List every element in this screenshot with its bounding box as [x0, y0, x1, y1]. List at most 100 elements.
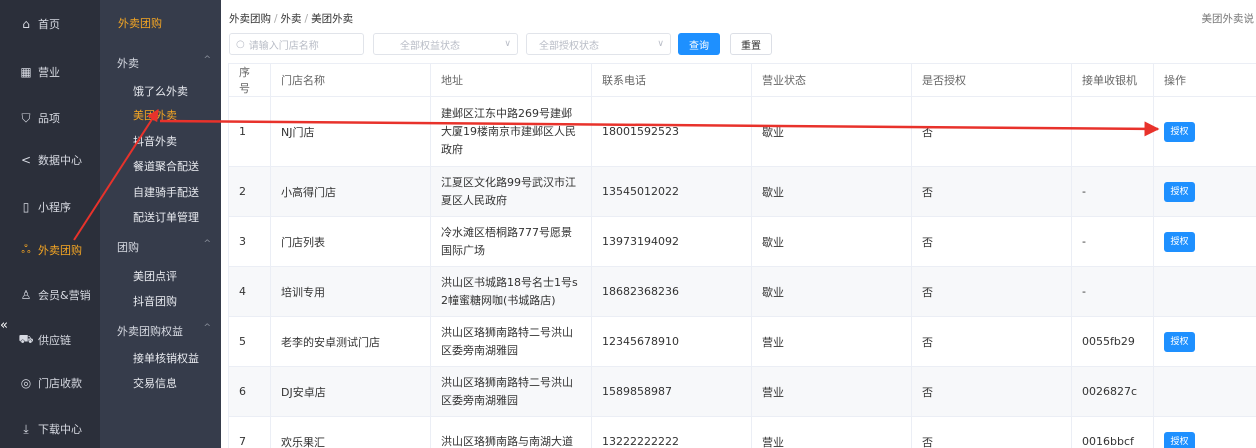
- nav-business[interactable]: ▦ 营业: [0, 50, 100, 94]
- cell-address: 洪山区珞狮南路特二号洪山区委旁南湖雅园: [430, 366, 592, 417]
- cell-authorized: 否: [911, 216, 1072, 267]
- cell-address: 洪山区珞狮南路与南湖大道: [430, 416, 592, 448]
- cell-pos: -: [1071, 166, 1154, 217]
- table-row: 3 门店列表 冷水滩区梧桐路777号愿景国际广场 13973194092 歇业 …: [228, 216, 1256, 267]
- table-row: 6 DJ安卓店 洪山区珞狮南路特二号洪山区委旁南湖雅园 1589858987 营…: [228, 366, 1256, 417]
- cell-pos: 0016bbcf: [1071, 416, 1154, 448]
- group-rights[interactable]: 外卖团购权益 ^: [117, 323, 211, 339]
- breadcrumb-item[interactable]: 外卖团购: [229, 13, 271, 25]
- primary-sidebar: ⌂ 首页 ▦ 营业 ⛉ 品项 < 数据中心 ▯ 小程序 ஃ 外卖团购 ♙ 会员&营销 ⛟ 供应链…: [0, 0, 100, 448]
- cell-business-status: 营业: [751, 366, 912, 417]
- store-table: 序号 门店名称 地址 联系电话 营业状态 是否授权 接单收银机 操作 1 NJ门…: [228, 63, 1256, 448]
- breadcrumb-item[interactable]: 外卖: [281, 13, 302, 25]
- group-groupbuy-label: 团购: [117, 241, 139, 254]
- sub-meituan-dianping[interactable]: 美团点评: [133, 268, 177, 284]
- group-rights-label: 外卖团购权益: [117, 325, 183, 338]
- header-authorized: 是否授权: [911, 63, 1072, 97]
- sub-eleme[interactable]: 饿了么外卖: [133, 83, 188, 99]
- bag-icon: ⛉: [21, 110, 31, 125]
- cell-phone: 13973194092: [591, 216, 752, 267]
- query-button[interactable]: 查询: [678, 33, 720, 55]
- cell-pos: [1071, 96, 1154, 167]
- nav-data-center[interactable]: < 数据中心: [0, 138, 100, 182]
- cell-business-status: 歇业: [751, 96, 912, 167]
- nav-takeout-group-label: 外卖团购: [38, 244, 82, 257]
- sub-candao-delivery[interactable]: 餐道聚合配送: [133, 158, 199, 174]
- header-phone: 联系电话: [591, 63, 752, 97]
- group-icon: ஃ: [21, 242, 31, 256]
- cell-phone: 18682368236: [591, 266, 752, 317]
- nav-supply-chain[interactable]: ⛟ 供应链: [0, 318, 100, 362]
- cell-address: 江夏区文化路99号武汉市江夏区人民政府: [430, 166, 592, 217]
- cell-store-name: 门店列表: [270, 216, 431, 267]
- authorize-button[interactable]: 授权: [1164, 121, 1195, 142]
- cell-action: 授权: [1153, 216, 1256, 267]
- cell-no: 3: [228, 216, 271, 267]
- cell-store-name: 欢乐果汇: [270, 416, 431, 448]
- user-icon: ♙: [20, 288, 32, 302]
- cell-pos: 0055fb29: [1071, 316, 1154, 367]
- coin-icon: ◎: [20, 376, 32, 390]
- nav-items-label: 品项: [38, 112, 60, 125]
- nav-download-center[interactable]: ⤓ 下载中心: [0, 407, 100, 448]
- cell-phone: 13222222222: [591, 416, 752, 448]
- cell-address: 洪山区珞狮南路特二号洪山区委旁南湖雅园: [430, 316, 592, 367]
- nav-mini-program[interactable]: ▯ 小程序: [0, 185, 100, 229]
- authorize-button[interactable]: 授权: [1164, 331, 1195, 352]
- cell-phone: 13545012022: [591, 166, 752, 217]
- collapse-sidebar-button[interactable]: «: [0, 317, 14, 335]
- nav-items[interactable]: ⛉ 品项: [0, 96, 100, 140]
- nav-business-label: 营业: [38, 66, 60, 79]
- sub-douyin-groupbuy[interactable]: 抖音团购: [133, 293, 177, 309]
- chevron-up-icon: ^: [203, 323, 211, 333]
- table-row: 4 培训专用 洪山区书城路18号名士1号s2幢蜜糖网咖(书城路店) 186823…: [228, 266, 1256, 317]
- home-icon: ⌂: [22, 17, 30, 31]
- nav-takeout-group[interactable]: ஃ 外卖团购: [0, 228, 100, 272]
- header-business-status: 营业状态: [751, 63, 912, 97]
- reset-button[interactable]: 重置: [730, 33, 772, 55]
- cell-authorized: 否: [911, 166, 1072, 217]
- help-link[interactable]: 美团外卖说: [1202, 11, 1255, 26]
- cell-action: [1153, 266, 1256, 317]
- sub-order-writeoff[interactable]: 接单核销权益: [133, 350, 199, 366]
- nav-member-marketing[interactable]: ♙ 会员&营销: [0, 273, 100, 317]
- sub-self-rider[interactable]: 自建骑手配送: [133, 184, 199, 200]
- authorize-button[interactable]: 授权: [1164, 231, 1195, 252]
- chevron-down-icon: ∨: [504, 39, 511, 49]
- cell-no: 4: [228, 266, 271, 317]
- nav-home[interactable]: ⌂ 首页: [0, 2, 100, 46]
- cell-action: 授权: [1153, 416, 1256, 448]
- cell-address: 冷水滩区梧桐路777号愿景国际广场: [430, 216, 592, 267]
- authorize-button[interactable]: 授权: [1164, 181, 1195, 202]
- cell-authorized: 否: [911, 366, 1072, 417]
- header-action: 操作: [1153, 63, 1256, 97]
- sub-transaction-info[interactable]: 交易信息: [133, 375, 177, 391]
- cell-store-name: 小高得门店: [270, 166, 431, 217]
- cell-action: 授权: [1153, 166, 1256, 217]
- cell-authorized: 否: [911, 316, 1072, 367]
- group-groupbuy[interactable]: 团购 ^: [117, 239, 211, 255]
- cell-pos: -: [1071, 266, 1154, 317]
- sub-delivery-orders[interactable]: 配送订单管理: [133, 209, 199, 225]
- authorize-button[interactable]: 授权: [1164, 431, 1195, 448]
- table-row: 5 老李的安卓测试门店 洪山区珞狮南路特二号洪山区委旁南湖雅园 12345678…: [228, 316, 1256, 367]
- store-search-input[interactable]: ○ 请输入门店名称: [229, 33, 364, 55]
- table-header-row: 序号 门店名称 地址 联系电话 营业状态 是否授权 接单收银机 操作: [228, 63, 1256, 97]
- nav-home-label: 首页: [38, 18, 60, 31]
- rights-status-select[interactable]: 全部权益状态 ∨: [373, 33, 518, 55]
- auth-status-select[interactable]: 全部授权状态 ∨: [526, 33, 671, 55]
- header-address: 地址: [430, 63, 592, 97]
- secondary-sidebar: 外卖团购 外卖 ^ 饿了么外卖 美团外卖 抖音外卖 餐道聚合配送 自建骑手配送 配…: [100, 0, 221, 448]
- cell-action: 授权: [1153, 96, 1256, 167]
- calendar-icon: ▦: [20, 65, 32, 79]
- sub-meituan-takeout[interactable]: 美团外卖: [133, 107, 177, 123]
- sub-douyin-takeout[interactable]: 抖音外卖: [133, 133, 177, 149]
- cell-authorized: 否: [911, 416, 1072, 448]
- download-icon: ⤓: [23, 421, 29, 436]
- cell-pos: 0026827c: [1071, 366, 1154, 417]
- search-icon: ○: [236, 38, 245, 50]
- group-takeout[interactable]: 外卖 ^: [117, 55, 211, 71]
- cell-action: [1153, 366, 1256, 417]
- nav-store-payment[interactable]: ◎ 门店收款: [0, 361, 100, 405]
- cell-business-status: 歇业: [751, 266, 912, 317]
